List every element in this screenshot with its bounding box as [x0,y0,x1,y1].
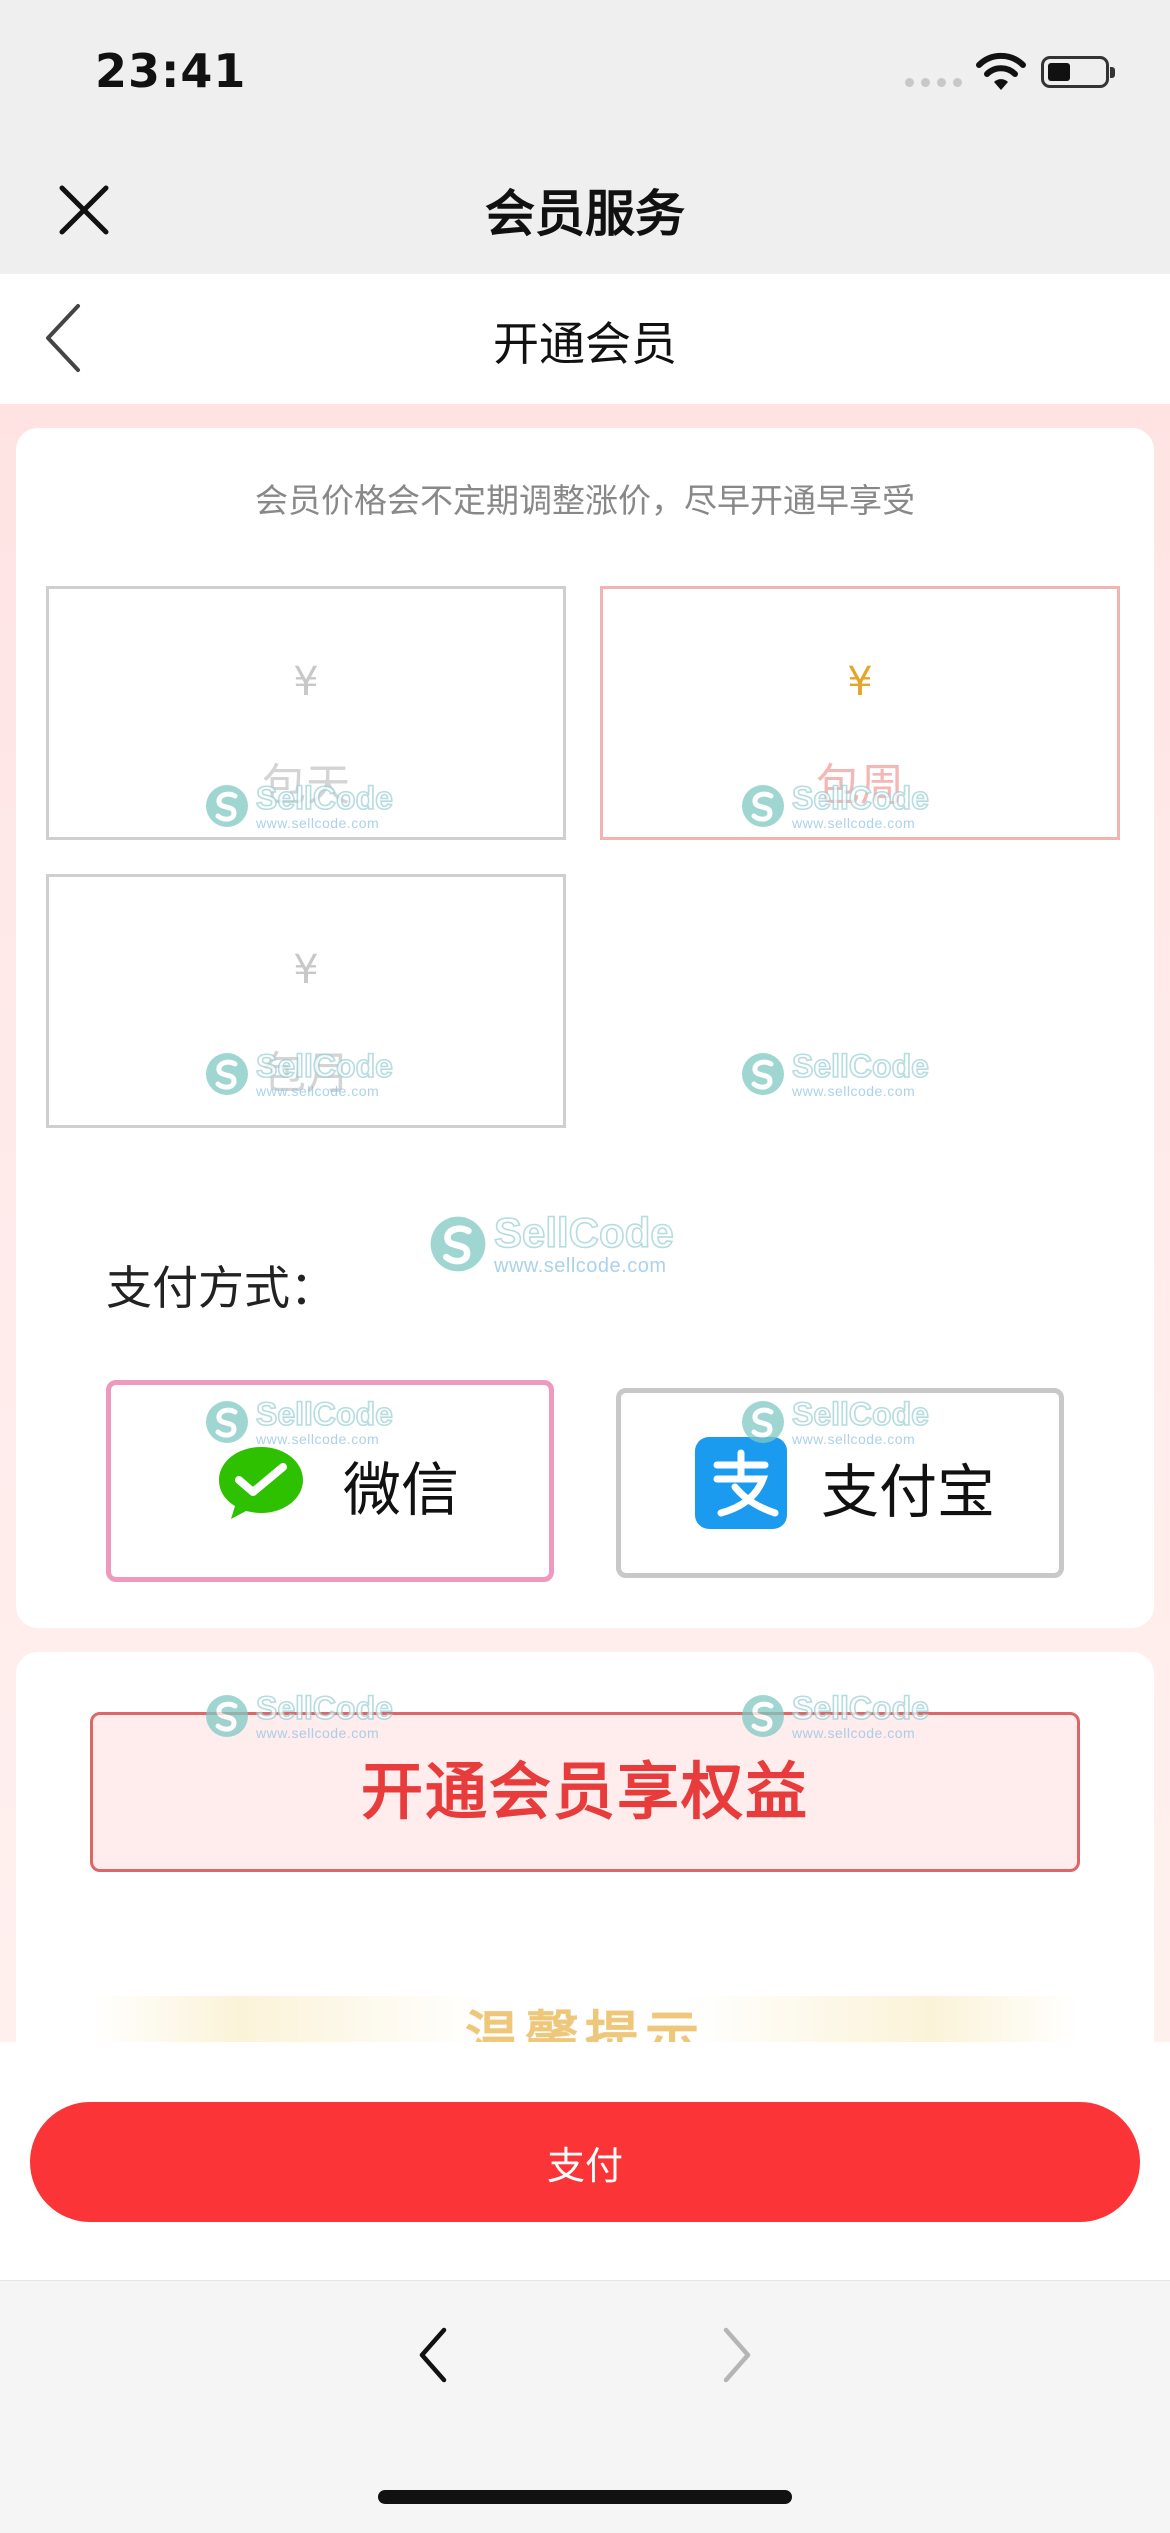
page-title: 开通会员 [493,317,677,371]
status-time: 23:41 [95,44,247,98]
app-header: 会员服务 [0,140,1170,274]
watermark-url: www.sellcode.com [256,1725,380,1741]
tips-section: 温馨提示 [90,1996,1080,2042]
watermark-url: www.sellcode.com [494,1255,667,1277]
page-nav: 开通会员 [0,274,1170,404]
wechat-pay-label: 微信 [343,1456,460,1524]
wifi-icon [976,52,1026,90]
watermark-logo-icon [742,785,784,827]
watermark-brand: SellCode [255,1690,394,1726]
watermark: SellCode www.sellcode.com [204,1048,394,1099]
watermark-url: www.sellcode.com [792,1431,916,1447]
watermark-logo-icon [206,1401,248,1443]
watermark-logo-icon [742,1695,784,1737]
watermark: SellCode www.sellcode.com [204,1396,394,1447]
alipay-label: 支付宝 [821,1458,996,1526]
watermark: SellCode www.sellcode.com [204,1690,394,1741]
watermark-url: www.sellcode.com [792,1083,916,1099]
watermark-brand: SellCode [255,780,394,816]
watermark-logo-icon [742,1053,784,1095]
watermark: SellCode www.sellcode.com [428,1209,675,1277]
watermark-brand: SellCode [493,1209,674,1256]
watermark: SellCode www.sellcode.com [740,1048,930,1099]
watermark-url: www.sellcode.com [256,1431,380,1447]
watermark-brand: SellCode [791,1690,930,1726]
tips-title: 温馨提示 [465,2005,705,2042]
wechat-icon [219,1447,303,1519]
payment-method-label: 支付方式： [106,1261,336,1315]
watermark-logo-icon [430,1216,486,1272]
alipay-icon [695,1437,787,1529]
plan-price: ¥ [847,659,873,705]
watermark: SellCode www.sellcode.com [740,780,930,831]
battery-icon [1041,56,1115,88]
chevron-right-icon[interactable] [712,2320,760,2390]
watermark: SellCode www.sellcode.com [740,1690,930,1741]
app-title: 会员服务 [485,185,685,243]
watermark-brand: SellCode [791,780,930,816]
watermark-logo-icon [206,785,248,827]
chevron-left-icon[interactable] [410,2320,458,2390]
plan-price: ¥ [293,659,319,705]
home-indicator [378,2490,792,2504]
watermark-brand: SellCode [791,1396,930,1432]
watermark-url: www.sellcode.com [792,815,916,831]
watermark: SellCode www.sellcode.com [204,780,394,831]
watermark-logo-icon [742,1401,784,1443]
pay-button[interactable]: 支付 [30,2102,1140,2222]
watermark-brand: SellCode [255,1396,394,1432]
watermark-url: www.sellcode.com [256,1083,380,1099]
watermark-brand: SellCode [791,1048,930,1084]
watermark: SellCode www.sellcode.com [740,1396,930,1447]
price-notice: 会员价格会不定期调整涨价，尽早开通早享受 [255,481,915,520]
status-bar: 23:41 [0,0,1170,140]
watermark-brand: SellCode [255,1048,394,1084]
watermark-url: www.sellcode.com [256,815,380,831]
watermark-logo-icon [206,1053,248,1095]
watermark-logo-icon [206,1695,248,1737]
plan-price: ¥ [293,947,319,993]
watermark-url: www.sellcode.com [792,1725,916,1741]
signal-icon [905,78,962,87]
